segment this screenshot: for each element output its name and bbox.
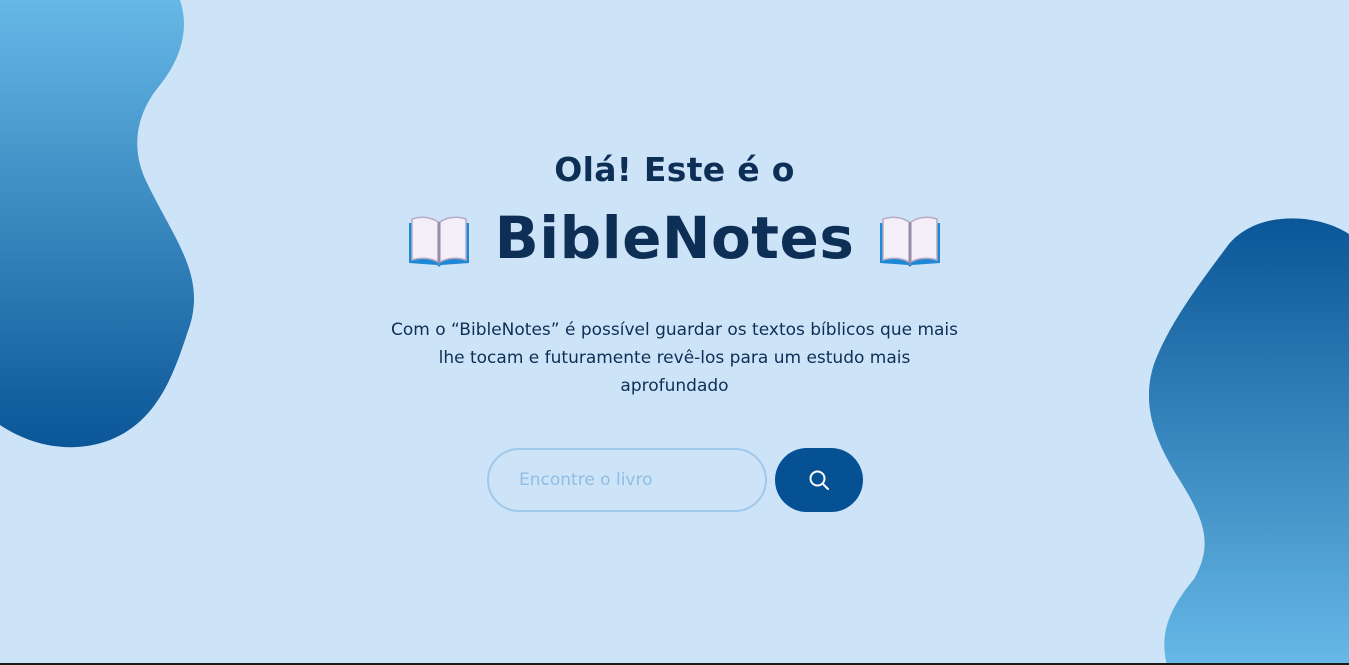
app-title: BibleNotes (494, 204, 855, 272)
search-bar (487, 448, 863, 512)
open-book-icon (408, 216, 469, 267)
search-icon (809, 470, 829, 490)
landing-page: Olá! Este é o BibleNotes Com o “BibleNot… (0, 0, 1349, 665)
decorative-blob-right (1149, 218, 1349, 663)
app-description: Com o “BibleNotes” é possível guardar os… (390, 320, 959, 396)
book-search-input[interactable] (487, 448, 767, 512)
title-row: BibleNotes (0, 200, 1349, 276)
search-button[interactable] (775, 448, 863, 512)
greeting-heading: Olá! Este é o (554, 150, 795, 189)
open-book-icon (880, 216, 941, 267)
